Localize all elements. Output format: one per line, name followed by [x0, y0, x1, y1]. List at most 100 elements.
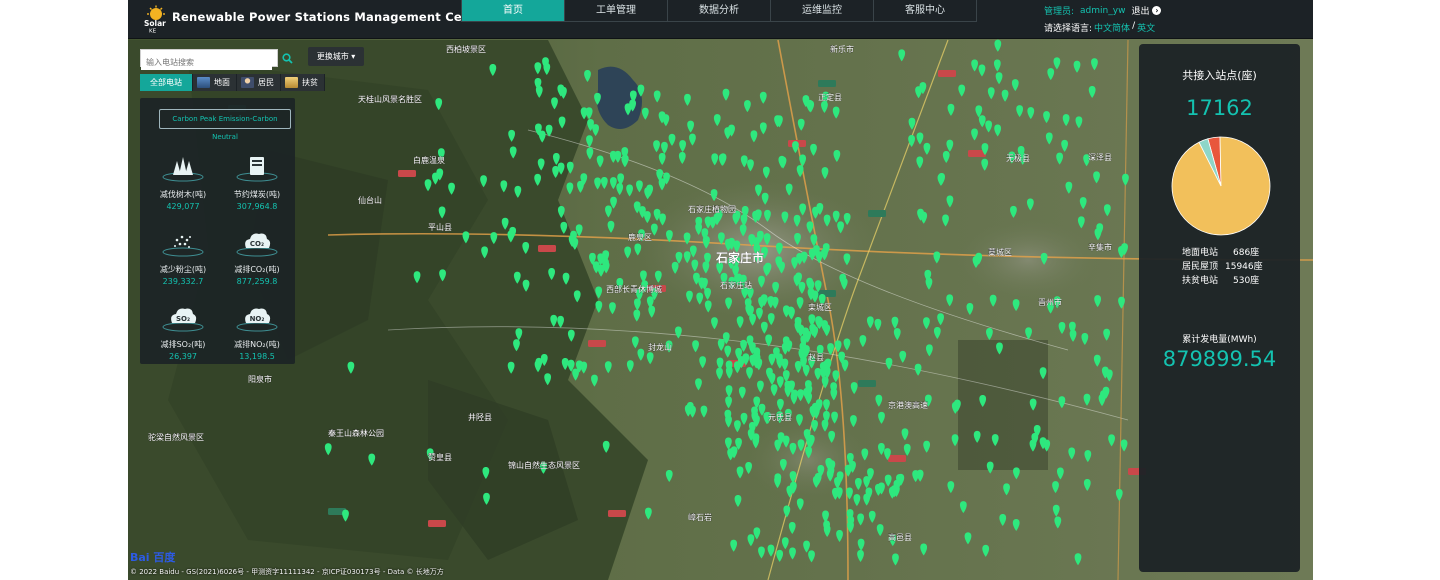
map-place-label[interactable]: 石家庄市: [715, 250, 764, 265]
so2-badge: SO₂: [176, 315, 190, 323]
map-place-label[interactable]: 栾城区: [808, 302, 832, 312]
ground-icon: [197, 77, 210, 88]
road-badge: [398, 170, 416, 177]
baidu-logo: Bai 百度: [130, 551, 176, 564]
map-place-label[interactable]: 高邑县: [888, 532, 912, 542]
logout-button[interactable]: 退出 ›: [1131, 4, 1162, 17]
nav-tab-customer-service[interactable]: 客服中心: [874, 0, 976, 21]
road-badge: [888, 455, 906, 462]
station-summary-panel: 共接入站点(座) 17162 地面电站 686座 居民屋顶 15946座 扶贫电…: [1139, 44, 1300, 572]
stat-label: 减少粉尘(吨): [159, 265, 207, 274]
filter-all-label: 全部电站: [150, 78, 182, 87]
so2-icon: SO₂: [162, 308, 204, 332]
map-place-label[interactable]: 藁城区: [988, 247, 1012, 257]
map-place-label[interactable]: 京港澳高速: [888, 400, 928, 410]
svg-text:Solar: Solar: [144, 19, 166, 28]
map-place-label[interactable]: 元氏县: [768, 413, 792, 422]
map-place-label[interactable]: 嶂石岩: [688, 512, 712, 522]
map-place-label[interactable]: 天桂山风景名胜区: [358, 94, 422, 104]
filter-ground-stations[interactable]: 地面: [193, 74, 237, 91]
filter-resident-stations[interactable]: 居民: [237, 74, 281, 91]
change-city-button[interactable]: 更换城市 ▾: [308, 47, 364, 66]
map-place-label[interactable]: 石家庄植物园: [688, 204, 736, 214]
stat-label: 节约煤炭(吨): [233, 190, 281, 199]
map-place-label[interactable]: 新乐市: [830, 44, 854, 54]
panel-title: Carbon Peak Emission-Carbon Neutral: [172, 115, 278, 141]
trees-icon: [162, 157, 204, 182]
map-place-label[interactable]: 驼梁自然风景区: [148, 432, 204, 442]
language-separator: /: [1132, 21, 1136, 31]
map-place-label[interactable]: 锦山自然生态风景区: [508, 460, 580, 470]
map-place-label[interactable]: 封龙山: [648, 342, 672, 352]
road-badge: [818, 80, 836, 87]
main-nav: 首页 工单管理 数据分析 运维监控 客服中心: [461, 0, 977, 22]
stat-label: 减排CO₂(吨): [234, 265, 280, 274]
legend-count: 15946座: [1225, 262, 1263, 272]
station-search-input[interactable]: [141, 55, 272, 70]
map-place-label[interactable]: 石家庄站: [720, 280, 752, 290]
user-name: admin_yw: [1080, 5, 1126, 16]
no2-icon: NO₂: [236, 308, 278, 332]
map-place-label[interactable]: 井陉县: [468, 412, 492, 422]
map-place-label[interactable]: 秦王山森林公园: [328, 428, 384, 438]
map-place-label[interactable]: 鹿泉区: [628, 232, 652, 242]
app-title: Renewable Power Stations Management Cent…: [172, 10, 490, 24]
map-copyright: © 2022 Baidu - GS(2021)6026号 - 甲测资字11111…: [130, 568, 444, 576]
nav-tab-home[interactable]: 首页: [462, 0, 565, 21]
map-place-label[interactable]: 正定县: [818, 92, 842, 102]
search-button[interactable]: [278, 49, 296, 67]
map-place-label[interactable]: 西柏坡景区: [446, 44, 486, 54]
language-option-zh[interactable]: 中文简体: [1094, 21, 1130, 34]
legend-row-ground: 地面电站 686座: [1182, 245, 1292, 258]
road-badge: [428, 520, 446, 527]
dust-icon: [162, 235, 204, 257]
user-label: 管理员:: [1044, 7, 1075, 17]
panel-title-frame: Carbon Peak Emission-Carbon Neutral: [159, 109, 291, 141]
legend-name: 地面电站: [1182, 248, 1219, 258]
language-selector: 请选择语言: 中文简体 / 英文: [1044, 21, 1155, 34]
nav-tab-om-monitoring[interactable]: 运维监控: [771, 0, 874, 21]
solar-logo-icon: Solar KE: [144, 5, 166, 33]
map-place-label[interactable]: 晋州市: [1038, 297, 1062, 307]
stat-value: 26,397: [169, 352, 197, 361]
stat-dust: 减少粉尘(吨) 239,332.7: [152, 222, 214, 286]
map-place-label[interactable]: 赵县: [808, 352, 824, 362]
stat-so2: SO₂ 减排SO₂(吨) 26,397: [152, 297, 214, 361]
no2-badge: NO₂: [250, 315, 265, 323]
filter-all-stations[interactable]: 全部电站: [140, 74, 193, 91]
road-badge: [938, 70, 956, 77]
stat-value: 429,077: [166, 202, 200, 211]
nav-tab-data-analysis[interactable]: 数据分析: [668, 0, 771, 21]
nav-tab-work-orders[interactable]: 工单管理: [565, 0, 668, 21]
map-place-label[interactable]: 西部长青休博城: [606, 284, 662, 294]
map-place-label[interactable]: 辛集市: [1088, 242, 1112, 252]
total-stations-title: 共接入站点(座): [1182, 69, 1257, 82]
map-place-label[interactable]: 无极县: [1006, 153, 1030, 163]
header-bar: Solar KE Renewable Power Stations Manage…: [128, 0, 1313, 39]
language-option-en[interactable]: 英文: [1137, 21, 1155, 34]
coal-icon: [236, 157, 278, 182]
total-stations-count: 17162: [1186, 96, 1253, 120]
road-badge: [588, 340, 606, 347]
map-place-label[interactable]: 阳泉市: [248, 374, 272, 384]
logout-label: 退出: [1131, 7, 1150, 17]
search-icon: [281, 52, 293, 64]
map-place-label[interactable]: 赞皇县: [428, 452, 452, 462]
map-place-label[interactable]: 仙台山: [358, 195, 382, 205]
station-search-box: [140, 49, 278, 70]
stat-label: 减排SO₂(吨): [160, 340, 206, 349]
map-place-label[interactable]: 深泽县: [1088, 153, 1112, 162]
map-place-label[interactable]: 白鹿温泉: [413, 155, 445, 165]
map-place-label[interactable]: 平山县: [428, 222, 452, 232]
station-type-pie-chart[interactable]: [1171, 132, 1271, 236]
co2-icon: CO₂: [236, 233, 278, 257]
station-type-filters: 全部电站 地面 居民 扶贫: [140, 74, 325, 91]
filter-resident-label: 居民: [258, 78, 274, 87]
co2-badge: CO₂: [250, 240, 264, 248]
legend-count: 686座: [1233, 248, 1260, 258]
filter-ground-label: 地面: [214, 78, 230, 87]
total-generation-value: 879899.54: [1162, 347, 1277, 371]
legend-row-poverty: 扶贫电站 530座: [1182, 273, 1292, 286]
filter-poverty-label: 扶贫: [302, 78, 318, 87]
filter-poverty-stations[interactable]: 扶贫: [281, 74, 325, 91]
